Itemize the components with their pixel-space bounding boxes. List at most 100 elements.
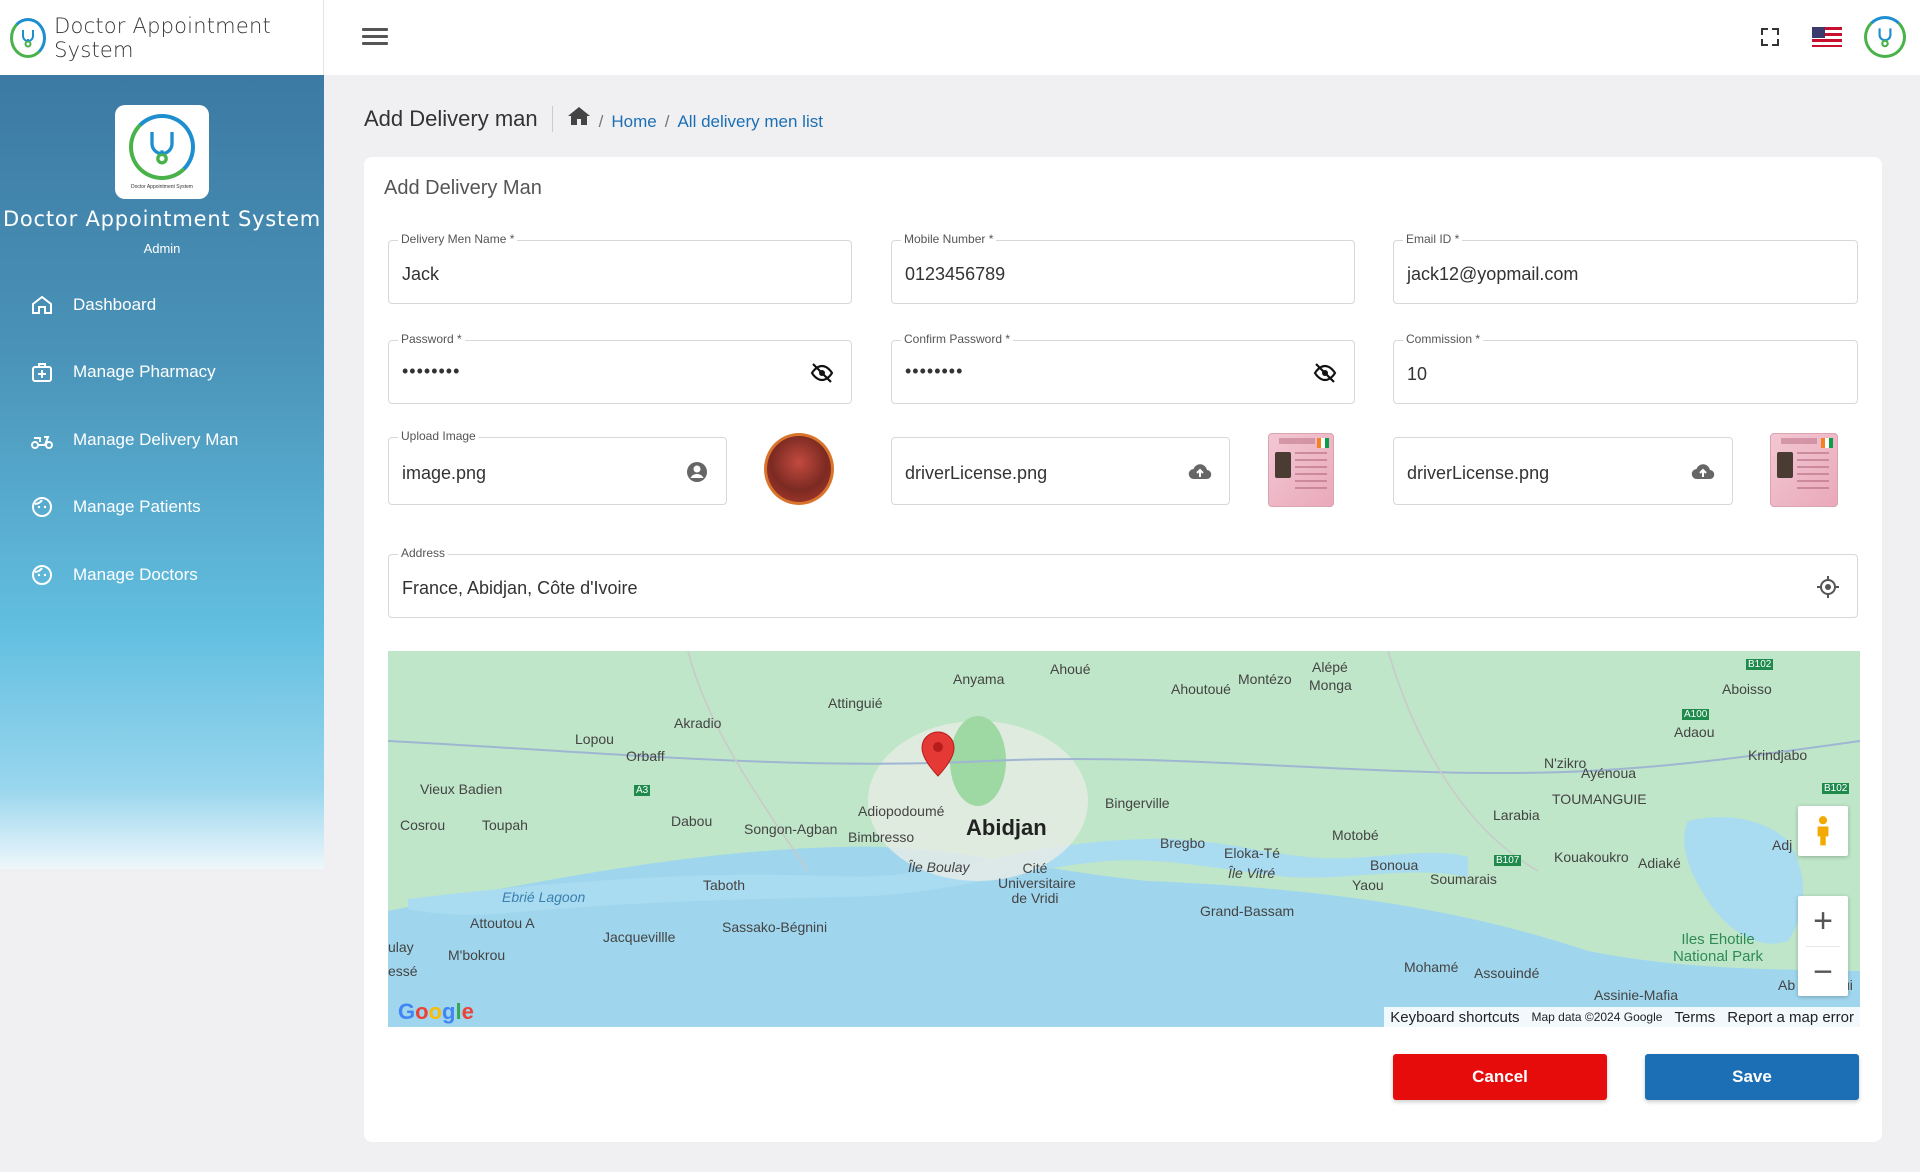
upload-image-value: image.png [402, 463, 487, 483]
top-header: Doctor Appointment System [0, 0, 1920, 75]
map-place: Île Boulay [908, 859, 970, 875]
breadcrumb-divider [551, 105, 553, 132]
app-logo-icon [10, 17, 47, 58]
map-place: Bregbo [1160, 835, 1206, 851]
map-city-label: Abidjan [966, 815, 1047, 840]
commission-field[interactable]: Commission * 10 [1393, 332, 1858, 404]
map-place: M'bokrou [448, 947, 506, 963]
water-label: Ebrié Lagoon [502, 889, 586, 905]
map-place: Monga [1309, 677, 1352, 693]
map-place: Lopou [575, 731, 614, 747]
license-back-value: driverLicense.png [1407, 463, 1550, 483]
cloud-upload-icon[interactable] [1690, 460, 1716, 484]
upload-image-field[interactable]: Upload Image image.png [388, 429, 727, 505]
map-place: Songon-Agban [744, 821, 838, 837]
map-place: Akradio [674, 715, 722, 731]
eye-off-icon[interactable] [809, 361, 835, 385]
sidebar-item-dashboard[interactable]: Dashboard [0, 271, 324, 339]
save-button[interactable]: Save [1645, 1054, 1859, 1100]
sidebar-item-label: Manage Delivery Man [73, 429, 239, 449]
password-field[interactable]: Password * •••••••• [388, 332, 852, 404]
sidebar-item-pharmacy[interactable]: Manage Pharmacy [0, 339, 324, 407]
map-place: Bonoua [1370, 857, 1419, 873]
map-place: TOUMANGUIE [1552, 791, 1647, 807]
map-place: Grand-Bassam [1200, 903, 1295, 919]
mobile-field[interactable]: Mobile Number * 0123456789 [891, 232, 1355, 304]
map-place: Adaou [1674, 724, 1715, 740]
report-map-error-link[interactable]: Report a map error [1727, 1009, 1854, 1026]
sidebar-item-label: Manage Patients [73, 497, 201, 517]
license-back-field[interactable]: driverLicense.png [1393, 437, 1733, 505]
brand[interactable]: Doctor Appointment System [0, 0, 324, 75]
email-label: Email ID * [1403, 232, 1463, 246]
sidebar: Doctor Appointment System Doctor Appoint… [0, 75, 324, 869]
map-place: Soumarais [1430, 871, 1497, 887]
confirm-password-field[interactable]: Confirm Password * •••••••• [891, 332, 1355, 404]
zoom-in-button[interactable]: + [1798, 896, 1848, 946]
map-place: ulay [388, 939, 414, 955]
sidebar-item-doctors[interactable]: Manage Doctors [0, 541, 324, 609]
park-label: Iles Ehotile National Park [1672, 931, 1764, 965]
upload-image-label: Upload Image [398, 429, 479, 443]
hamburger-menu-icon[interactable] [362, 28, 388, 50]
breadcrumb-home-link[interactable]: Home [611, 112, 656, 132]
user-avatar[interactable] [1864, 16, 1906, 58]
us-flag-icon[interactable] [1812, 27, 1842, 47]
keyboard-shortcuts-link[interactable]: Keyboard shortcuts [1390, 1009, 1519, 1026]
map-place: Alépé [1312, 659, 1348, 675]
map-place: Ahoutoué [1171, 681, 1231, 697]
road-label: A100 [1682, 709, 1710, 720]
map-place: Yaou [1352, 877, 1384, 893]
terms-link[interactable]: Terms [1674, 1009, 1715, 1026]
road-label: B107 [1494, 855, 1522, 866]
breadcrumb-current-link[interactable]: All delivery men list [677, 112, 823, 132]
license-front-preview [1268, 433, 1334, 507]
eye-off-icon[interactable] [1312, 361, 1338, 385]
scooter-icon [29, 427, 55, 453]
map-place: Anyama [953, 671, 1005, 687]
google-logo: Google [398, 999, 474, 1024]
name-value: Jack [402, 264, 440, 284]
confirm-password-value: •••••••• [905, 361, 964, 381]
map-place: Attoutou A [470, 915, 535, 931]
map-place: Montézo [1238, 671, 1292, 687]
email-field[interactable]: Email ID * jack12@yopmail.com [1393, 232, 1858, 304]
sidebar-nav: Dashboard Manage Pharmacy Manage Deliver… [0, 271, 324, 609]
address-label: Address [398, 546, 449, 560]
sidebar-item-patients[interactable]: Manage Patients [0, 474, 324, 542]
map-place: Dabou [671, 813, 713, 829]
password-value: •••••••• [402, 361, 461, 381]
page-title: Add Delivery man [364, 105, 538, 131]
map-place: Cité Universitaire de Vridi [998, 860, 1076, 906]
zoom-out-button[interactable]: − [1798, 947, 1848, 997]
form-title: Add Delivery Man [384, 177, 542, 199]
cloud-upload-icon[interactable] [1187, 460, 1213, 484]
map-place: Bingerville [1105, 795, 1170, 811]
location-map[interactable]: Anyama Ahoué Alépé Monga Montézo Ahoutou… [388, 651, 1860, 1027]
home-icon [29, 292, 55, 318]
cancel-button[interactable]: Cancel [1393, 1054, 1607, 1100]
account-circle-icon[interactable] [684, 460, 710, 484]
fullscreen-icon[interactable] [1760, 27, 1780, 47]
map-place: N'zikro [1544, 755, 1587, 771]
sidebar-item-label: Manage Pharmacy [73, 362, 216, 382]
password-label: Password * [398, 332, 465, 346]
stethoscope-icon [129, 114, 195, 180]
street-view-pegman-icon[interactable] [1798, 806, 1848, 856]
confirm-password-label: Confirm Password * [901, 332, 1014, 346]
map-place: Vieux Badien [420, 781, 503, 797]
map-marker-icon[interactable] [921, 731, 955, 777]
map-place: Orbaff [626, 748, 665, 764]
sidebar-item-delivery-man[interactable]: Manage Delivery Man [0, 406, 324, 474]
address-field[interactable]: Address France, Abidjan, Côte d'Ivoire [388, 546, 1858, 618]
map-place: Ab [1778, 977, 1796, 993]
crosshair-location-icon[interactable] [1815, 575, 1841, 599]
map-place: Toupah [482, 817, 528, 833]
email-value: jack12@yopmail.com [1407, 264, 1579, 284]
license-front-field[interactable]: driverLicense.png [891, 437, 1230, 505]
map-place: Aboisso [1722, 681, 1772, 697]
home-icon[interactable] [567, 105, 591, 132]
map-place: Île Vitré [1228, 865, 1276, 881]
brand-title: Doctor Appointment System [54, 13, 271, 62]
name-field[interactable]: Delivery Men Name * Jack [388, 232, 852, 304]
